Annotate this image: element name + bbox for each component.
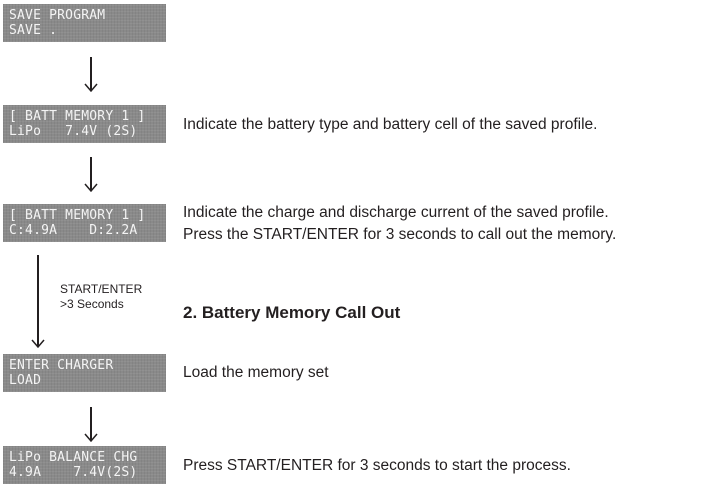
current-description-line-2: Press the START/ENTER for 3 seconds to c… — [183, 226, 617, 243]
start-enter-note: START/ENTER >3 Seconds — [60, 282, 142, 312]
lcd-line-2: 4.9A 7.4V(2S) — [9, 465, 138, 480]
lcd-line-2: LiPo 7.4V (2S) — [9, 124, 138, 139]
step-note-line-1: START/ENTER — [60, 282, 143, 296]
lcd-display-battery-type: [ BATT MEMORY 1 ] LiPo 7.4V (2S) — [3, 105, 166, 143]
current-description-line-1: Indicate the charge and discharge curren… — [183, 204, 609, 221]
start-description: Press START/ENTER for 3 seconds to start… — [183, 457, 571, 474]
down-arrow-icon — [84, 157, 98, 192]
step-note-line-2: >3 Seconds — [60, 297, 124, 311]
section-heading: 2. Battery Memory Call Out — [183, 303, 401, 322]
lcd-line-1: ENTER CHARGER — [9, 358, 114, 373]
lcd-line-2: LOAD — [9, 373, 42, 388]
lcd-line-1: LiPo BALANCE CHG — [9, 450, 138, 465]
lcd-line-1: SAVE PROGRAM — [9, 8, 106, 23]
down-arrow-icon — [84, 57, 98, 92]
down-arrow-icon — [84, 407, 98, 442]
lcd-line-1: [ BATT MEMORY 1 ] — [9, 208, 146, 223]
lcd-display-enter-charger: ENTER CHARGER LOAD — [3, 354, 166, 392]
lcd-line-1: [ BATT MEMORY 1 ] — [9, 109, 146, 124]
lcd-display-current: [ BATT MEMORY 1 ] C:4.9A D:2.2A — [3, 204, 166, 242]
lcd-line-2: C:4.9A D:2.2A — [9, 223, 138, 238]
battery-type-description: Indicate the battery type and battery ce… — [183, 116, 598, 133]
down-arrow-icon — [31, 255, 45, 348]
load-description: Load the memory set — [183, 364, 329, 381]
lcd-line-2: SAVE . — [9, 23, 58, 38]
lcd-display-save-program: SAVE PROGRAM SAVE . — [3, 4, 166, 42]
lcd-display-balance-charge: LiPo BALANCE CHG 4.9A 7.4V(2S) — [3, 446, 166, 484]
